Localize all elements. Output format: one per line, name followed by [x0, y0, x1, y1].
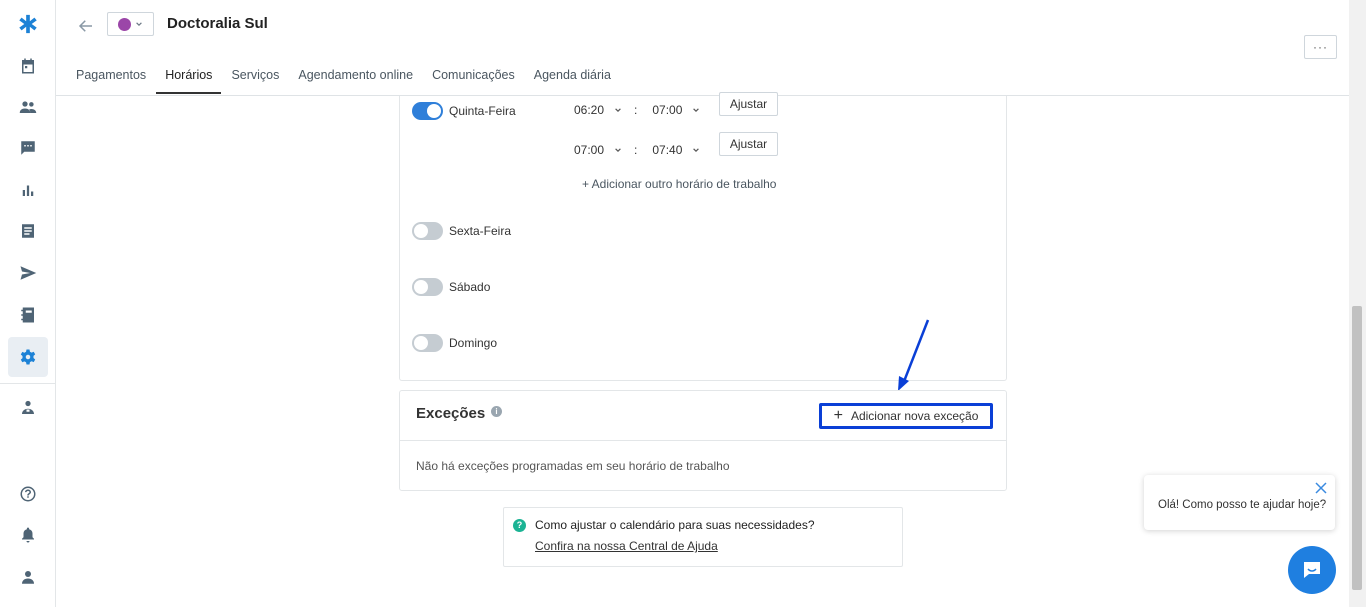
tab-horarios[interactable]: Horários — [156, 56, 222, 94]
day-toggle[interactable] — [412, 278, 443, 296]
messages-icon[interactable] — [8, 128, 48, 168]
tab-agendamento-online[interactable]: Agendamento online — [298, 56, 413, 94]
more-options-button[interactable]: ··· — [1304, 35, 1337, 59]
page-header: Doctoralia Sul ··· Pagamentos Horários S… — [56, 0, 1366, 96]
help-box: ? Como ajustar o calendário para suas ne… — [503, 507, 903, 567]
chat-launcher-button[interactable] — [1288, 546, 1336, 594]
end-time-select[interactable]: 07:40 — [652, 143, 700, 157]
time-separator: : — [634, 103, 638, 117]
help-center-link[interactable]: Confira na nossa Central de Ajuda — [535, 539, 718, 553]
tab-pagamentos[interactable]: Pagamentos — [76, 56, 146, 94]
chevron-down-icon — [135, 20, 143, 28]
annotation-arrow-icon — [895, 318, 931, 393]
exceptions-title: Exceções — [416, 405, 486, 422]
start-time-select[interactable]: 06:20 — [574, 103, 622, 117]
start-time-select[interactable]: 07:00 — [574, 143, 622, 157]
logo-icon[interactable] — [8, 4, 48, 44]
bell-icon[interactable] — [8, 515, 48, 555]
exceptions-card: Exceções i + Adicionar nova exceção Não … — [399, 390, 1007, 491]
adjust-button[interactable]: Ajustar — [719, 92, 778, 116]
day-label: Sábado — [449, 280, 491, 294]
page-title: Doctoralia Sul — [167, 15, 268, 32]
question-icon: ? — [513, 519, 526, 532]
arrow-left-icon — [78, 20, 92, 32]
calendar-icon[interactable] — [8, 46, 48, 86]
day-toggle[interactable] — [412, 334, 443, 352]
scrollbar-thumb[interactable] — [1352, 306, 1362, 590]
chat-bubble: Olá! Como posso te ajudar hoje? — [1144, 475, 1335, 530]
time-slot: 07:00 : 07:40 Ajustar — [574, 132, 778, 157]
chevron-down-icon — [692, 146, 700, 154]
exceptions-header: Exceções i + Adicionar nova exceção — [400, 391, 1006, 441]
help-question: Como ajustar o calendário para suas nece… — [535, 518, 815, 532]
calendar-color-select[interactable] — [107, 12, 154, 36]
chat-icon — [1304, 562, 1320, 578]
sidebar — [0, 0, 56, 607]
chevron-down-icon — [614, 146, 622, 154]
info-icon[interactable]: i — [491, 406, 502, 417]
tab-agenda-diaria[interactable]: Agenda diária — [534, 56, 611, 94]
chevron-down-icon — [614, 106, 622, 114]
day-row-thursday: Quinta-Feira — [412, 102, 516, 120]
tabs: Pagamentos Horários Serviços Agendamento… — [76, 56, 630, 96]
day-label: Domingo — [449, 336, 498, 350]
send-icon[interactable] — [8, 253, 48, 293]
page-scrollbar[interactable] — [1349, 0, 1366, 607]
day-label: Sexta-Feira — [449, 224, 512, 238]
chevron-down-icon — [692, 106, 700, 114]
notebook-icon[interactable] — [8, 295, 48, 335]
adjust-button[interactable]: Ajustar — [719, 132, 778, 156]
help-icon[interactable] — [8, 474, 48, 514]
add-exception-label: Adicionar nova exceção — [850, 409, 979, 423]
day-toggle[interactable] — [412, 102, 443, 120]
doctor-icon[interactable] — [8, 390, 48, 426]
color-dot — [118, 17, 131, 31]
tab-comunicacoes[interactable]: Comunicações — [432, 56, 515, 94]
reports-icon[interactable] — [8, 170, 48, 210]
user-icon[interactable] — [8, 557, 48, 597]
settings-icon[interactable] — [8, 337, 48, 377]
patients-icon[interactable] — [8, 87, 48, 127]
day-label: Quinta-Feira — [449, 104, 516, 118]
day-row-saturday: Sábado — [412, 278, 490, 296]
chat-message: Olá! Como posso te ajudar hoje? — [1158, 499, 1327, 511]
end-time-select[interactable]: 07:00 — [652, 103, 700, 117]
day-toggle[interactable] — [412, 222, 443, 240]
list-icon[interactable] — [8, 211, 48, 251]
time-slot: 06:20 : 07:00 Ajustar — [574, 92, 778, 117]
plus-icon: + — [833, 407, 843, 424]
exceptions-empty-text: Não há exceções programadas em seu horár… — [416, 459, 730, 473]
add-other-hours-link[interactable]: + Adicionar outro horário de trabalho — [582, 177, 776, 191]
tab-servicos[interactable]: Serviços — [231, 56, 279, 94]
time-separator: : — [634, 143, 638, 157]
day-row-friday: Sexta-Feira — [412, 222, 511, 240]
day-row-sunday: Domingo — [412, 334, 497, 352]
back-button[interactable] — [74, 14, 98, 38]
sidebar-divider — [0, 383, 56, 384]
add-exception-button[interactable]: + Adicionar nova exceção — [819, 403, 993, 429]
close-icon[interactable] — [1314, 481, 1328, 495]
